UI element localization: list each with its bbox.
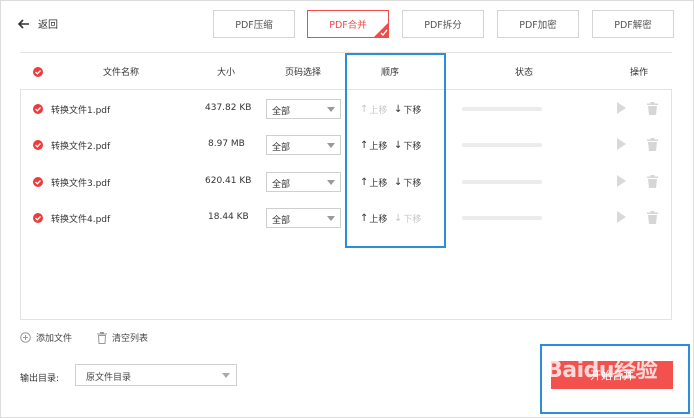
chevron-down-icon	[222, 373, 230, 378]
page-select[interactable]: 全部	[266, 135, 341, 155]
row-checkbox[interactable]	[33, 213, 43, 223]
tab-pdf-merge[interactable]: PDF合并	[307, 10, 389, 38]
add-file-label: 添加文件	[36, 334, 73, 344]
column-header-status: 状态	[515, 68, 534, 78]
page-select[interactable]: 全部	[266, 172, 341, 192]
page-select[interactable]: 全部	[266, 208, 341, 228]
select-all-checkbox[interactable]	[33, 67, 43, 77]
check-icon	[35, 143, 41, 148]
file-name: 转换文件4.pdf	[51, 215, 111, 225]
chevron-down-icon	[327, 180, 335, 185]
page-select-value: 全部	[272, 180, 291, 190]
tab-pdf-encrypt[interactable]: PDF加密	[497, 10, 579, 38]
column-header-actions: 操作	[630, 68, 649, 78]
check-icon	[35, 70, 41, 75]
tab-label: PDF合并	[329, 20, 367, 31]
play-icon[interactable]	[617, 211, 626, 223]
row-checkbox[interactable]	[33, 177, 43, 187]
file-size: 620.41 KB	[205, 176, 252, 186]
tab-label: PDF解密	[614, 20, 652, 31]
tab-pdf-split[interactable]: PDF拆分	[402, 10, 484, 38]
chevron-down-icon	[327, 216, 335, 221]
column-header-name: 文件名称	[103, 68, 140, 78]
play-icon[interactable]	[617, 138, 626, 150]
file-size: 437.82 KB	[205, 103, 252, 113]
file-name: 转换文件3.pdf	[51, 179, 111, 189]
progress-bar	[462, 180, 542, 184]
check-icon	[35, 180, 41, 185]
trash-icon[interactable]	[647, 175, 658, 188]
file-size: 8.97 MB	[208, 139, 245, 149]
file-name: 转换文件2.pdf	[51, 142, 111, 152]
trash-icon[interactable]	[647, 211, 658, 224]
trash-icon	[97, 331, 107, 344]
tab-label: PDF加密	[519, 20, 557, 31]
row-checkbox[interactable]	[33, 104, 43, 114]
file-name: 转换文件1.pdf	[51, 106, 111, 116]
file-size: 18.44 KB	[208, 212, 249, 222]
page-select-value: 全部	[272, 107, 291, 117]
column-header-size: 大小	[217, 68, 236, 78]
tab-pdf-compress[interactable]: PDF压缩	[213, 10, 295, 38]
start-button-highlight	[540, 344, 690, 414]
column-header-pages: 页码选择	[285, 68, 322, 78]
output-dir-value: 原文件目录	[86, 373, 132, 383]
play-icon[interactable]	[617, 102, 626, 114]
back-button[interactable]: 返回	[18, 16, 58, 31]
chevron-down-icon	[327, 143, 335, 148]
page-select-value: 全部	[272, 216, 291, 226]
trash-icon[interactable]	[647, 138, 658, 151]
tab-pdf-decrypt[interactable]: PDF解密	[592, 10, 674, 38]
check-icon	[35, 216, 41, 221]
tab-label: PDF压缩	[235, 20, 273, 31]
progress-bar	[462, 216, 542, 220]
clear-list-button[interactable]: 清空列表	[97, 331, 148, 344]
tab-label: PDF拆分	[424, 20, 462, 31]
clear-list-label: 清空列表	[112, 334, 149, 344]
trash-icon[interactable]	[647, 102, 658, 115]
output-dir-select[interactable]: 原文件目录	[75, 364, 237, 386]
page-select-value: 全部	[272, 143, 291, 153]
progress-bar	[462, 107, 542, 111]
row-checkbox[interactable]	[33, 140, 43, 150]
progress-bar	[462, 143, 542, 147]
chevron-down-icon	[327, 107, 335, 112]
arrow-left-icon	[18, 18, 29, 29]
back-label: 返回	[38, 20, 58, 31]
add-file-button[interactable]: 添加文件	[20, 331, 72, 344]
selected-check-icon	[373, 22, 389, 38]
play-icon[interactable]	[617, 175, 626, 187]
output-dir-label: 输出目录:	[20, 374, 60, 384]
order-column-highlight	[345, 53, 446, 248]
page-select[interactable]: 全部	[266, 99, 341, 119]
plus-circle-icon	[20, 332, 31, 343]
check-icon	[35, 107, 41, 112]
